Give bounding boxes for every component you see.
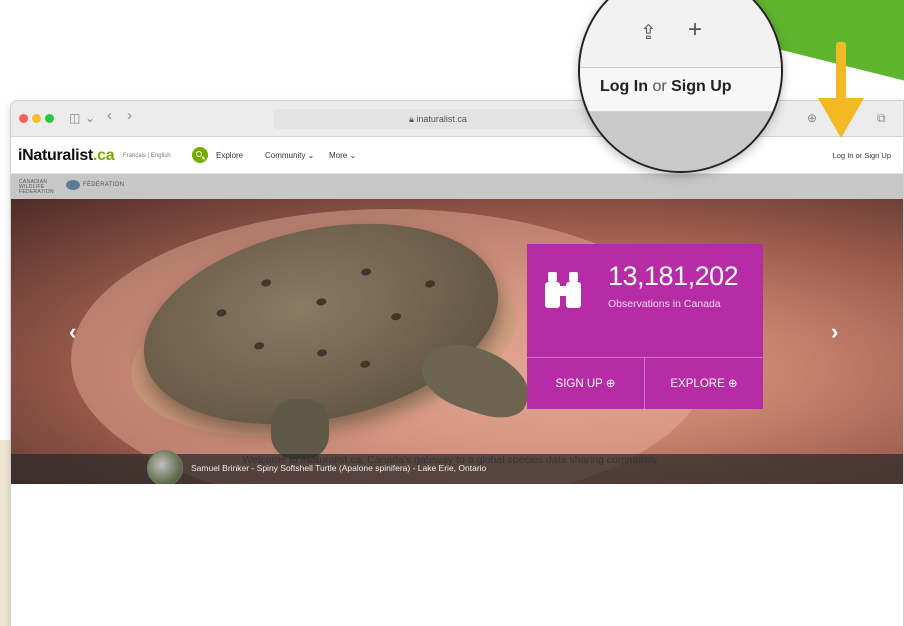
screenshot-stage: ◫ ⌄ ‹ › 🔒︎ inaturalist.ca ⊕ ⧉ iNaturalis… — [0, 0, 904, 626]
shell-spot — [424, 279, 436, 289]
back-button[interactable]: ‹ — [107, 108, 112, 124]
sidebar-toggle-icon[interactable]: ◫ — [69, 110, 80, 126]
carousel-next-arrow[interactable]: › — [831, 319, 838, 345]
stat-box-top: 13,181,202 Observations in Canada — [527, 244, 763, 357]
address-bar[interactable]: 🔒︎ inaturalist.ca — [273, 109, 603, 129]
hero-signup-button[interactable]: SIGN UP ⊕ — [527, 358, 645, 410]
hero-carousel: ‹ › 13,181,202 Observations in Canada SI… — [11, 199, 903, 484]
federation-right-text: FÉDÉRATION — [83, 182, 125, 188]
magnified-auth-row: Log In or Sign Up — [580, 68, 781, 112]
close-window-button[interactable] — [19, 114, 28, 123]
shell-spot — [315, 297, 328, 307]
language-switcher[interactable]: Français | English — [123, 153, 171, 159]
signup-link[interactable]: Sign Up — [864, 151, 891, 160]
minimize-window-button[interactable] — [32, 114, 41, 123]
stat-box-actions: SIGN UP ⊕ EXPLORE ⊕ — [527, 357, 763, 410]
shell-spot — [390, 312, 402, 322]
nav-explore[interactable]: Explore — [216, 151, 243, 160]
welcome-text: Welcome to iNaturalist.ca, Canada's gate… — [242, 454, 658, 466]
shell-spot — [316, 348, 328, 358]
search-button[interactable] — [192, 147, 208, 163]
shell-spot — [360, 267, 372, 277]
search-icon-handle — [201, 156, 206, 160]
inaturalist-logo[interactable]: iNaturalist.ca — [18, 147, 115, 165]
login-link[interactable]: Log In — [833, 151, 854, 160]
magnified-or-text: or — [652, 78, 667, 95]
binoculars-icon — [545, 272, 581, 308]
shell-spot — [260, 278, 272, 288]
shell-spot — [359, 359, 371, 369]
hero-explore-button[interactable]: EXPLORE ⊕ — [645, 358, 763, 410]
maximize-window-button[interactable] — [45, 114, 54, 123]
yellow-arrow-shaft — [836, 42, 846, 104]
federation-logo-icon — [66, 180, 80, 190]
observation-label: Observations in Canada — [608, 298, 721, 310]
shell-spot — [215, 308, 228, 318]
nav-community[interactable]: Community ⌄ — [265, 151, 314, 160]
observations-stat-box: 13,181,202 Observations in Canada SIGN U… — [527, 244, 763, 410]
new-tab-plus-icon: + — [688, 16, 703, 43]
shell-spot — [253, 341, 265, 351]
address-bar-url: inaturalist.ca — [416, 114, 467, 124]
carousel-prev-arrow[interactable]: ‹ — [69, 319, 76, 345]
federation-banner: CANADIAN WILDLIFE FEDERATION FÉDÉRATION — [11, 174, 903, 199]
browser-window: ◫ ⌄ ‹ › 🔒︎ inaturalist.ca ⊕ ⧉ iNaturalis… — [10, 100, 904, 626]
tabs-overview-icon[interactable]: ⧉ — [877, 110, 886, 126]
magnified-signup-link: Sign Up — [671, 78, 732, 95]
auth-links: Log In or Sign Up — [833, 151, 891, 160]
photographer-avatar[interactable] — [147, 450, 183, 484]
forward-button[interactable]: › — [127, 108, 132, 124]
magnified-login-link: Log In — [600, 78, 648, 95]
share-icon: ⇪ — [640, 22, 657, 44]
federation-left-text: CANADIAN WILDLIFE FEDERATION — [19, 179, 54, 195]
nav-more[interactable]: More ⌄ — [329, 151, 356, 160]
download-icon[interactable]: ⊕ — [807, 110, 817, 126]
chevron-down-icon[interactable]: ⌄ — [85, 110, 95, 126]
brand-suffix: .ca — [92, 147, 115, 164]
magnified-toolbar: ⇪ + — [580, 0, 781, 68]
observation-count: 13,181,202 — [608, 261, 739, 291]
yellow-arrow-down-icon — [818, 98, 864, 138]
magnifier-callout: ⇪ + Log In or Sign Up — [578, 0, 783, 173]
brand-main: iNaturalist — [18, 147, 93, 164]
login-or-text: or — [855, 151, 863, 160]
magnified-federation-strip — [580, 112, 781, 171]
magnified-auth-text: Log In or Sign Up — [600, 78, 732, 96]
